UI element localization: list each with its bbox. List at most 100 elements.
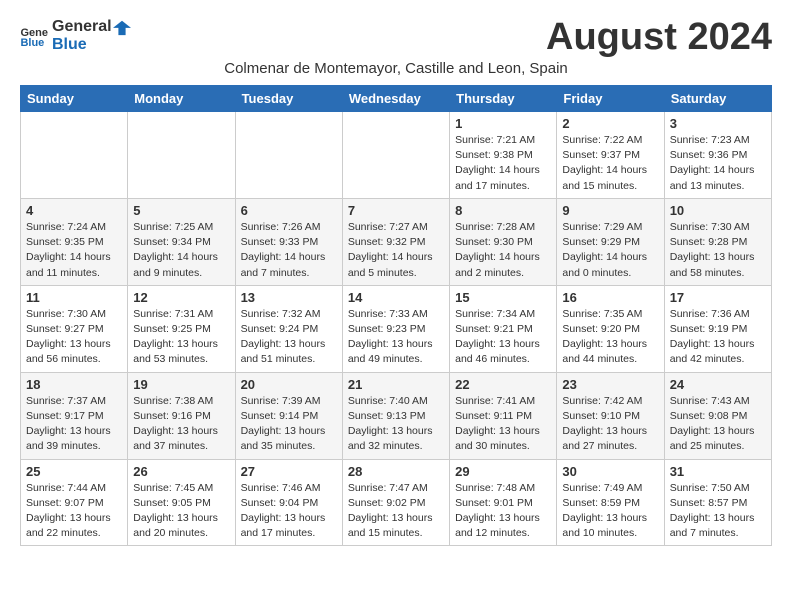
page: General Blue General Blue August 2024 Co… <box>0 0 792 564</box>
logo-blue: Blue <box>52 36 132 54</box>
header-top: General Blue General Blue August 2024 <box>20 18 772 56</box>
day-number: 21 <box>348 377 444 392</box>
day-number: 14 <box>348 290 444 305</box>
table-row: 14 Sunrise: 7:33 AMSunset: 9:23 PMDayligh… <box>342 285 449 372</box>
table-row: 25 Sunrise: 7:44 AMSunset: 9:07 PMDayligh… <box>21 459 128 546</box>
day-number: 16 <box>562 290 658 305</box>
day-number: 17 <box>670 290 766 305</box>
table-row: 1 Sunrise: 7:21 AMSunset: 9:38 PMDaylight… <box>450 112 557 199</box>
day-number: 25 <box>26 464 122 479</box>
subtitle: Colmenar de Montemayor, Castille and Leo… <box>20 60 772 77</box>
table-row: 19Sunrise: 7:38 AMSunset: 9:16 PMDayligh… <box>128 372 235 459</box>
day-info: Sunrise: 7:33 AMSunset: 9:23 PMDaylight:… <box>348 307 444 368</box>
day-number: 6 <box>241 203 337 218</box>
day-number: 19 <box>133 377 229 392</box>
day-info: Sunrise: 7:39 AMSunset: 9:14 PMDaylight:… <box>241 394 337 455</box>
table-row: 8 Sunrise: 7:28 AMSunset: 9:30 PMDaylight… <box>450 198 557 285</box>
calendar-week-row: 18Sunrise: 7:37 AMSunset: 9:17 PMDayligh… <box>21 372 772 459</box>
calendar-week-row: 25 Sunrise: 7:44 AMSunset: 9:07 PMDayligh… <box>21 459 772 546</box>
day-number: 23 <box>562 377 658 392</box>
day-number: 31 <box>670 464 766 479</box>
table-row: 16 Sunrise: 7:35 AMSunset: 9:20 PMDayligh… <box>557 285 664 372</box>
day-info: Sunrise: 7:47 AMSunset: 9:02 PMDaylight:… <box>348 481 444 542</box>
day-number: 2 <box>562 116 658 131</box>
table-row: 27Sunrise: 7:46 AMSunset: 9:04 PMDayligh… <box>235 459 342 546</box>
day-number: 3 <box>670 116 766 131</box>
logo-icon: General Blue <box>20 25 48 47</box>
day-number: 5 <box>133 203 229 218</box>
day-number: 12 <box>133 290 229 305</box>
table-row: 13 Sunrise: 7:32 AMSunset: 9:24 PMDayligh… <box>235 285 342 372</box>
table-row: 24 Sunrise: 7:43 AMSunset: 9:08 PMDayligh… <box>664 372 771 459</box>
table-row: 30Sunrise: 7:49 AMSunset: 8:59 PMDayligh… <box>557 459 664 546</box>
calendar-week-row: 11 Sunrise: 7:30 AMSunset: 9:27 PMDayligh… <box>21 285 772 372</box>
table-row: 23Sunrise: 7:42 AMSunset: 9:10 PMDayligh… <box>557 372 664 459</box>
day-number: 24 <box>670 377 766 392</box>
day-info: Sunrise: 7:26 AMSunset: 9:33 PMDaylight:… <box>241 220 337 281</box>
col-thursday: Thursday <box>450 86 557 112</box>
calendar-week-row: 4Sunrise: 7:24 AMSunset: 9:35 PMDaylight… <box>21 198 772 285</box>
table-row <box>21 112 128 199</box>
day-info: Sunrise: 7:45 AMSunset: 9:05 PMDaylight:… <box>133 481 229 542</box>
day-number: 22 <box>455 377 551 392</box>
day-info: Sunrise: 7:48 AMSunset: 9:01 PMDaylight:… <box>455 481 551 542</box>
day-info: Sunrise: 7:49 AMSunset: 8:59 PMDaylight:… <box>562 481 658 542</box>
logo-text-block: General Blue <box>52 18 132 54</box>
day-number: 28 <box>348 464 444 479</box>
day-info: Sunrise: 7:28 AMSunset: 9:30 PMDaylight:… <box>455 220 551 281</box>
table-row: 26Sunrise: 7:45 AMSunset: 9:05 PMDayligh… <box>128 459 235 546</box>
table-row <box>128 112 235 199</box>
day-number: 29 <box>455 464 551 479</box>
day-number: 9 <box>562 203 658 218</box>
table-row: 12 Sunrise: 7:31 AMSunset: 9:25 PMDayligh… <box>128 285 235 372</box>
day-info: Sunrise: 7:23 AMSunset: 9:36 PMDaylight:… <box>670 133 766 194</box>
day-number: 10 <box>670 203 766 218</box>
table-row: 31 Sunrise: 7:50 AMSunset: 8:57 PMDayligh… <box>664 459 771 546</box>
day-info: Sunrise: 7:43 AMSunset: 9:08 PMDaylight:… <box>670 394 766 455</box>
table-row: 9 Sunrise: 7:29 AMSunset: 9:29 PMDaylight… <box>557 198 664 285</box>
day-info: Sunrise: 7:27 AMSunset: 9:32 PMDaylight:… <box>348 220 444 281</box>
day-number: 13 <box>241 290 337 305</box>
day-info: Sunrise: 7:29 AMSunset: 9:29 PMDaylight:… <box>562 220 658 281</box>
month-title: August 2024 <box>546 18 772 56</box>
table-row: 3 Sunrise: 7:23 AMSunset: 9:36 PMDaylight… <box>664 112 771 199</box>
day-info: Sunrise: 7:30 AMSunset: 9:28 PMDaylight:… <box>670 220 766 281</box>
day-info: Sunrise: 7:44 AMSunset: 9:07 PMDaylight:… <box>26 481 122 542</box>
day-number: 15 <box>455 290 551 305</box>
day-info: Sunrise: 7:25 AMSunset: 9:34 PMDaylight:… <box>133 220 229 281</box>
table-row: 29 Sunrise: 7:48 AMSunset: 9:01 PMDayligh… <box>450 459 557 546</box>
day-number: 8 <box>455 203 551 218</box>
table-row: 15Sunrise: 7:34 AMSunset: 9:21 PMDayligh… <box>450 285 557 372</box>
calendar-week-row: 1 Sunrise: 7:21 AMSunset: 9:38 PMDaylight… <box>21 112 772 199</box>
day-info: Sunrise: 7:21 AMSunset: 9:38 PMDaylight:… <box>455 133 551 194</box>
table-row <box>235 112 342 199</box>
logo-bird-icon <box>113 18 131 36</box>
table-row: 21 Sunrise: 7:40 AMSunset: 9:13 PMDayligh… <box>342 372 449 459</box>
table-row: 20 Sunrise: 7:39 AMSunset: 9:14 PMDayligh… <box>235 372 342 459</box>
day-info: Sunrise: 7:40 AMSunset: 9:13 PMDaylight:… <box>348 394 444 455</box>
table-row: 2Sunrise: 7:22 AMSunset: 9:37 PMDaylight… <box>557 112 664 199</box>
table-row: 18Sunrise: 7:37 AMSunset: 9:17 PMDayligh… <box>21 372 128 459</box>
logo-general: General <box>52 18 112 36</box>
col-wednesday: Wednesday <box>342 86 449 112</box>
day-info: Sunrise: 7:24 AMSunset: 9:35 PMDaylight:… <box>26 220 122 281</box>
day-info: Sunrise: 7:41 AMSunset: 9:11 PMDaylight:… <box>455 394 551 455</box>
svg-text:Blue: Blue <box>20 37 44 47</box>
table-row: 5 Sunrise: 7:25 AMSunset: 9:34 PMDaylight… <box>128 198 235 285</box>
day-info: Sunrise: 7:32 AMSunset: 9:24 PMDaylight:… <box>241 307 337 368</box>
calendar-header-row: Sunday Monday Tuesday Wednesday Thursday… <box>21 86 772 112</box>
day-number: 11 <box>26 290 122 305</box>
day-number: 20 <box>241 377 337 392</box>
table-row: 11 Sunrise: 7:30 AMSunset: 9:27 PMDayligh… <box>21 285 128 372</box>
day-info: Sunrise: 7:31 AMSunset: 9:25 PMDaylight:… <box>133 307 229 368</box>
day-info: Sunrise: 7:30 AMSunset: 9:27 PMDaylight:… <box>26 307 122 368</box>
day-number: 18 <box>26 377 122 392</box>
col-sunday: Sunday <box>21 86 128 112</box>
day-number: 1 <box>455 116 551 131</box>
day-number: 27 <box>241 464 337 479</box>
col-friday: Friday <box>557 86 664 112</box>
col-monday: Monday <box>128 86 235 112</box>
day-info: Sunrise: 7:35 AMSunset: 9:20 PMDaylight:… <box>562 307 658 368</box>
day-info: Sunrise: 7:50 AMSunset: 8:57 PMDaylight:… <box>670 481 766 542</box>
table-row: 7Sunrise: 7:27 AMSunset: 9:32 PMDaylight… <box>342 198 449 285</box>
